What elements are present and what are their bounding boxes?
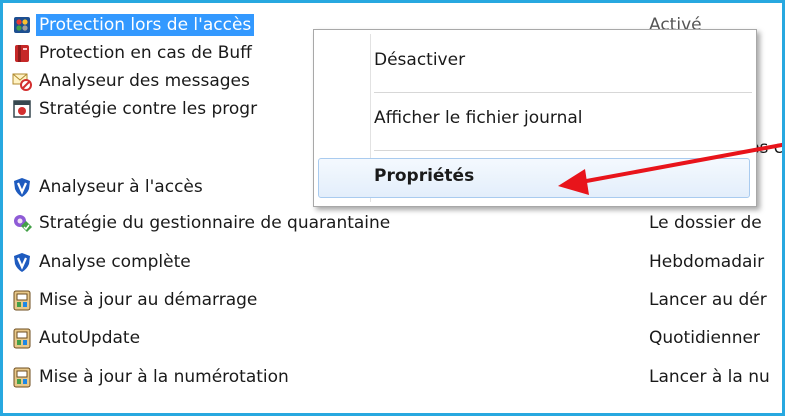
list-item-label: Analyseur des messages	[39, 71, 250, 91]
list-item-value: Lancer au dér	[649, 290, 767, 310]
menu-item-proprietes[interactable]: Propriétés	[374, 166, 474, 186]
policy-list-panel: Protection lors de l'accès Activé Protec…	[0, 0, 785, 416]
list-item-protection-acces[interactable]: Protection lors de l'accès	[11, 13, 255, 37]
list-item-label: Analyse complète	[39, 252, 191, 272]
context-menu: Désactiver Afficher le fichier journal P…	[313, 29, 757, 207]
list-item-label: Protection en cas de Buff	[39, 43, 252, 63]
list-item-analyse-complete[interactable]: Analyse complète	[11, 250, 191, 274]
quarantine-icon	[11, 212, 33, 234]
menu-item-desactiver[interactable]: Désactiver	[374, 50, 465, 70]
list-item-label: Analyseur à l'accès	[39, 177, 203, 197]
list-item-maj-numerotation[interactable]: Mise à jour à la numérotation	[11, 365, 289, 389]
list-item-autoupdate[interactable]: AutoUpdate	[11, 326, 140, 350]
shield-v-icon	[11, 251, 33, 273]
list-item-label: AutoUpdate	[39, 328, 141, 348]
list-item-analyseur-messages[interactable]: Analyseur des messages	[11, 69, 250, 93]
list-item-value: Lancer à la nu	[649, 367, 770, 387]
red-shield-book-icon	[11, 42, 33, 64]
menu-separator	[374, 150, 752, 151]
update-icon	[11, 289, 33, 311]
list-item-label: Mise à jour à la numérotation	[39, 367, 289, 387]
list-item-label: Protection lors de l'accès	[36, 14, 255, 36]
list-item-label: Stratégie du gestionnaire de quarantaine	[39, 213, 391, 233]
window-red-icon	[11, 98, 33, 120]
traffic-light-icon	[11, 14, 33, 36]
shield-v-icon	[11, 176, 33, 198]
list-item-maj-demarrage[interactable]: Mise à jour au démarrage	[11, 288, 257, 312]
menu-item-afficher-journal[interactable]: Afficher le fichier journal	[374, 108, 583, 128]
update-icon	[11, 366, 33, 388]
mail-forbidden-icon	[11, 70, 33, 92]
list-item-value: Quotidienner	[649, 328, 760, 348]
update-icon	[11, 327, 33, 349]
menu-separator	[374, 92, 752, 93]
list-item-value: Le dossier de	[649, 213, 762, 233]
list-item-strategie-quarantaine[interactable]: Stratégie du gestionnaire de quarantaine	[11, 211, 390, 235]
list-item-protection-buffer[interactable]: Protection en cas de Buff	[11, 41, 252, 65]
list-item-label: Stratégie contre les progr	[39, 99, 258, 119]
list-item-analyseur-acces[interactable]: Analyseur à l'accès	[11, 175, 203, 199]
list-item-label: Mise à jour au démarrage	[39, 290, 258, 310]
list-item-strategie-programmes[interactable]: Stratégie contre les progr	[11, 97, 257, 121]
list-item-value: Hebdomadair	[649, 252, 765, 272]
